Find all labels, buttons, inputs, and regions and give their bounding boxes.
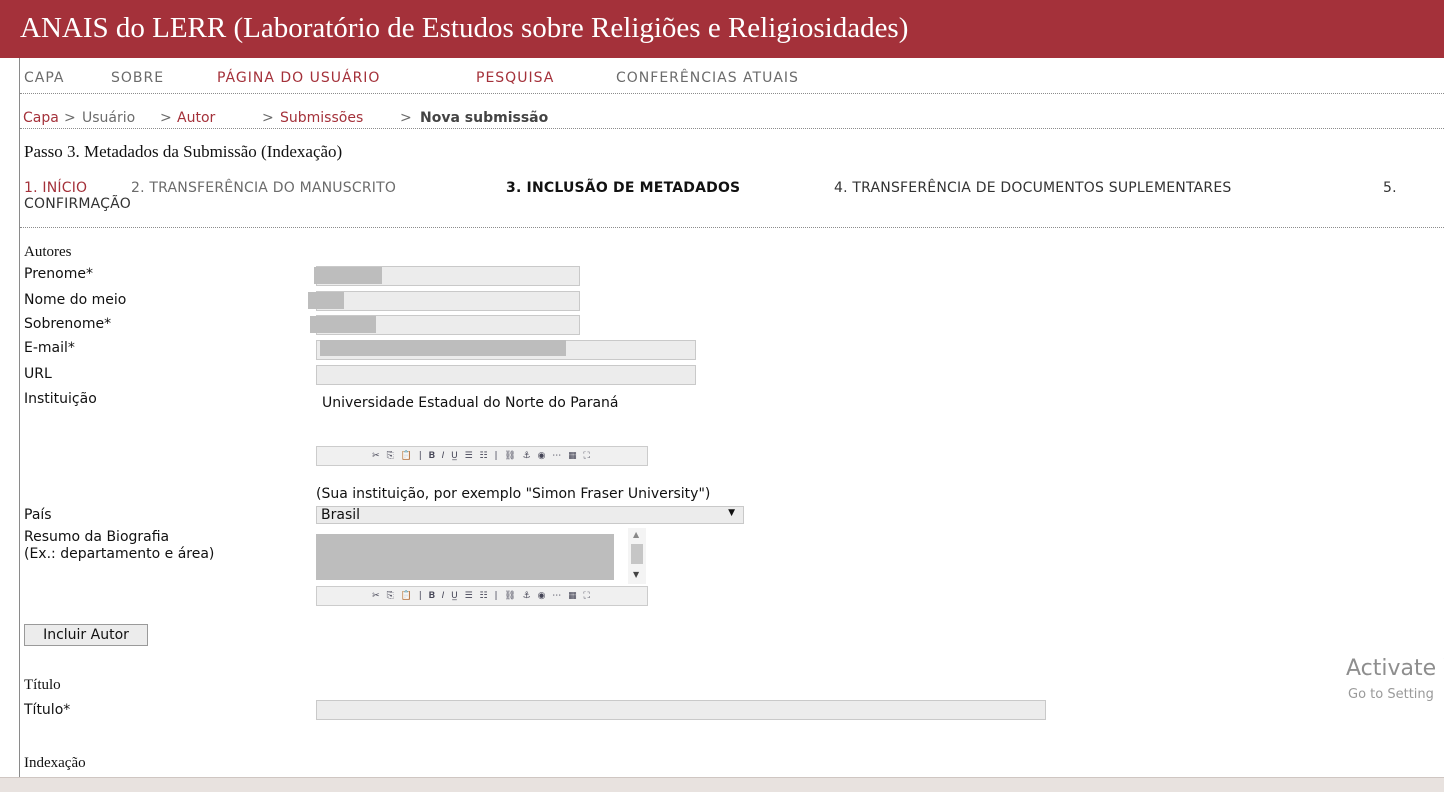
url-label: URL [24, 366, 52, 382]
step-4: 4. TRANSFERÊNCIA DE DOCUMENTOS SUPLEMENT… [834, 180, 1232, 196]
breadcrumb-separator: > [64, 110, 76, 126]
bio-label-line2: (Ex.: departamento e área) [24, 546, 215, 562]
step-5: 5. [1383, 180, 1397, 196]
site-title: ANAIS do LERR (Laboratório de Estudos so… [20, 12, 909, 44]
chevron-down-icon: ▼ [728, 508, 735, 518]
breadcrumb-separator: > [160, 110, 172, 126]
breadcrumb-divider [20, 128, 1444, 129]
scroll-down-icon[interactable]: ▼ [633, 570, 639, 579]
breadcrumb-separator: > [262, 110, 274, 126]
add-author-button[interactable]: Incluir Autor [24, 624, 148, 646]
step-5-continued: CONFIRMAÇÃO [24, 196, 131, 212]
breadcrumb-autor[interactable]: Autor [177, 110, 215, 126]
bio-editor[interactable]: Universidade Estadual do ▲ ▼ [316, 528, 646, 584]
email-label: E-mail* [24, 340, 75, 356]
institution-editor[interactable]: Universidade Estadual do Norte do Paraná [316, 388, 648, 444]
institution-value: Universidade Estadual do Norte do Paraná [322, 395, 619, 411]
title-field[interactable] [316, 700, 1046, 720]
redacted-value [314, 267, 382, 284]
country-label: País [24, 507, 52, 523]
step-3-current: 3. INCLUSÃO DE METADADOS [506, 180, 741, 196]
nav-sobre[interactable]: SOBRE [111, 70, 164, 86]
content-border [19, 58, 20, 780]
breadcrumb-usuario[interactable]: Usuário [82, 110, 135, 126]
step-2: 2. TRANSFERÊNCIA DO MANUSCRITO [131, 180, 397, 196]
page-title: Passo 3. Metadados da Submissão (Indexaç… [24, 142, 343, 161]
bottom-bar [0, 777, 1444, 792]
breadcrumb-current: Nova submissão [420, 110, 549, 126]
breadcrumb-capa[interactable]: Capa [23, 110, 59, 126]
redacted-value [310, 316, 376, 333]
redacted-value [320, 340, 566, 356]
nav-capa[interactable]: CAPA [24, 70, 64, 86]
scroll-up-icon[interactable]: ▲ [633, 530, 639, 539]
redacted-value [316, 534, 614, 580]
steps-divider [20, 227, 1444, 228]
nav-divider [20, 93, 1444, 94]
nav-pagina-do-usuario[interactable]: PÁGINA DO USUÁRIO [217, 70, 380, 86]
middle-name-label: Nome do meio [24, 292, 127, 308]
title-label: Título* [24, 702, 71, 718]
breadcrumb-separator: > [400, 110, 412, 126]
institution-editor-toolbar[interactable]: ✂ ⎘ 📋 | 𝐁 𝐼 U̲ ☰ ☷ | ⛓ ⚓ ◉ ⋯ ▦ ⛶ [316, 446, 648, 466]
activation-watermark-title: Activate W [1346, 656, 1444, 681]
bio-editor-toolbar[interactable]: ✂ ⎘ 📋 | 𝐁 𝐼 U̲ ☰ ☷ | ⛓ ⚓ ◉ ⋯ ▦ ⛶ [316, 586, 648, 606]
bio-label-line1: Resumo da Biografia [24, 529, 170, 545]
title-section-label: Título [24, 677, 61, 693]
authors-section-label: Autores [24, 244, 72, 260]
step-1-link[interactable]: 1. INÍCIO [24, 180, 87, 196]
bio-scrollbar[interactable]: ▲ ▼ [628, 528, 646, 584]
nav-conferencias-atuais[interactable]: CONFERÊNCIAS ATUAIS [616, 70, 799, 86]
breadcrumb-submissoes[interactable]: Submissões [280, 110, 363, 126]
country-selected-value: Brasil [321, 507, 361, 523]
institution-label: Instituição [24, 391, 97, 407]
first-name-label: Prenome* [24, 266, 93, 282]
nav-pesquisa[interactable]: PESQUISA [476, 70, 554, 86]
country-select[interactable]: Brasil ▼ [316, 506, 744, 524]
redacted-value [308, 292, 344, 309]
last-name-label: Sobrenome* [24, 316, 112, 332]
url-field[interactable] [316, 365, 696, 385]
indexing-section-label: Indexação [24, 755, 86, 771]
activation-watermark-subtitle: Go to Setting [1348, 687, 1434, 702]
middle-name-field[interactable] [316, 291, 580, 311]
institution-help-text: (Sua instituição, por exemplo "Simon Fra… [316, 486, 711, 502]
scrollbar-thumb[interactable] [631, 544, 643, 564]
